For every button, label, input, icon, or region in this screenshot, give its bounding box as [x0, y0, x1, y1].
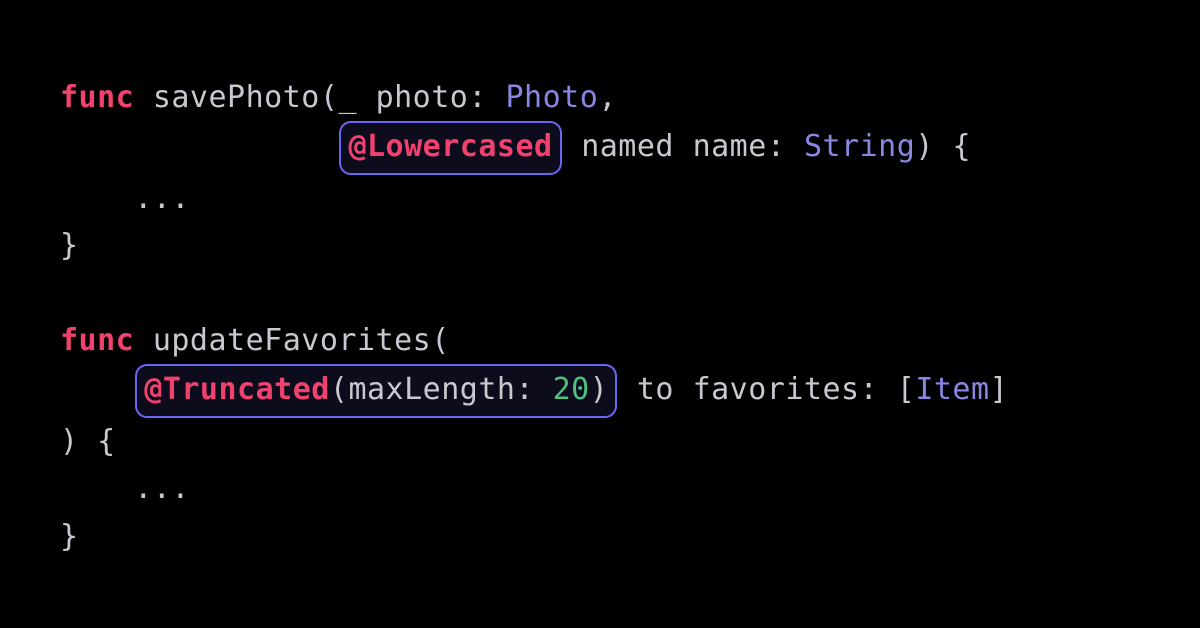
function-name: updateFavorites	[153, 323, 431, 358]
type-item: Item	[915, 372, 989, 407]
param-name: favorites	[693, 372, 860, 407]
function-name: savePhoto	[153, 80, 320, 115]
code-line-4: }	[60, 228, 79, 263]
ellipsis: ...	[134, 471, 190, 506]
code-block: func savePhoto(_ photo: Photo, @Lowercas…	[0, 0, 1200, 610]
code-line-7: @Truncated(maxLength: 20) to favorites: …	[60, 372, 1008, 407]
param-label: to	[637, 372, 674, 407]
highlight-truncated: @Truncated(maxLength: 20)	[135, 364, 617, 417]
param-name: photo	[376, 80, 469, 115]
number-literal: 20	[553, 372, 590, 407]
code-line-9: ...	[60, 471, 190, 506]
code-line-3: ...	[60, 181, 190, 216]
keyword-func: func	[60, 323, 134, 358]
keyword-func: func	[60, 80, 134, 115]
param-name: name	[693, 129, 767, 164]
code-line-2: @Lowercased named name: String) {	[60, 129, 971, 164]
code-line-6: func updateFavorites(	[60, 323, 450, 358]
type-photo: Photo	[506, 80, 599, 115]
code-line-8: ) {	[60, 424, 116, 459]
code-line-1: func savePhoto(_ photo: Photo,	[60, 80, 617, 115]
type-string: String	[804, 129, 915, 164]
ellipsis: ...	[134, 181, 190, 216]
param-label: named	[581, 129, 674, 164]
highlight-lowercased: @Lowercased	[339, 121, 561, 174]
code-line-10: }	[60, 519, 79, 554]
